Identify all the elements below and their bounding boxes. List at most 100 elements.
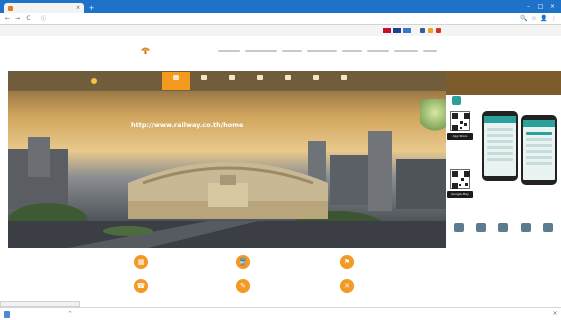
minimize-button[interactable]: – [524,2,533,11]
forward-arrow-icon[interactable]: → [13,14,22,23]
service-link[interactable]: ✎ [236,278,348,296]
promo-quick-link-icon [476,223,487,232]
tab-close-icon[interactable]: × [76,4,80,13]
strip-nav-item[interactable] [330,72,358,90]
service-link[interactable]: ⚑ [340,254,452,272]
strip-nav-icon [313,75,319,80]
strip-nav [162,72,358,90]
strip-nav-label [331,82,357,86]
promo-quick-link[interactable] [450,221,468,248]
chevron-up-icon[interactable]: ^ [68,311,72,318]
service-icon: ▦ [134,255,148,269]
zoom-icon[interactable]: 🔍 [520,15,528,23]
hero-nav-strip [8,71,446,91]
social-link-icon[interactable] [420,28,425,33]
promo-quick-link[interactable] [539,221,557,248]
strip-nav-label [191,82,217,86]
main-menu-item[interactable] [394,50,418,52]
service-icon: ✎ [236,279,250,293]
language-flag-icon[interactable] [393,28,401,33]
tab-title [16,5,72,12]
service-subtitle [155,286,245,291]
address-url[interactable] [49,15,159,23]
banner-caption[interactable] [18,239,178,247]
google-play-button[interactable]: Google Play [447,191,473,198]
strip-nav-item[interactable] [218,72,246,90]
service-title [257,256,347,261]
service-subtitle [257,262,347,267]
banner-subline: http://www.railway.co.th/home [131,121,446,130]
back-arrow-icon[interactable]: ← [3,14,12,23]
service-icon: 🚆 [236,255,250,269]
site-utility-bar [0,25,561,36]
reload-icon[interactable]: C [24,14,33,23]
download-filename[interactable] [13,311,63,318]
promo-quick-link[interactable] [517,221,535,248]
main-menu-item[interactable] [342,50,362,52]
site-name[interactable] [154,47,214,54]
promo-quick-link-label [450,235,468,239]
social-link-icon[interactable] [436,28,441,33]
service-title [361,256,451,261]
language-flag-icon[interactable] [383,28,391,33]
strip-nav-item[interactable] [162,72,190,90]
service-title [361,280,451,285]
strip-nav-label [163,82,189,86]
promo-quick-link-icon [542,223,553,232]
download-item[interactable]: ^ [4,310,84,319]
hero-section: http://www.railway.co.th/home App Store … [0,64,561,248]
promo-quick-link-icon [498,223,509,232]
strip-brand-text[interactable] [98,77,168,85]
social-link-icon[interactable] [428,28,433,33]
promo-quick-link[interactable] [494,221,512,248]
language-flag-icon[interactable] [403,28,411,33]
service-subtitle [361,262,451,267]
promo-quick-link-label [517,235,535,239]
service-link[interactable]: ☎ [134,278,246,296]
service-icon: ⚑ [340,255,354,269]
close-window-button[interactable]: × [548,2,557,11]
strip-nav-item[interactable] [246,72,274,90]
download-bar-close-icon[interactable]: × [551,310,559,318]
service-link[interactable]: 🚆 [236,254,348,272]
main-menu [218,48,448,54]
site-info-icon[interactable]: ⓘ [41,15,46,23]
main-menu-item[interactable] [282,50,302,52]
new-tab-button[interactable]: + [87,4,96,12]
promo-quick-link-label [539,235,557,239]
banner-url-link[interactable]: http://www.railway.co.th/home [131,121,243,129]
strip-nav-item[interactable] [274,72,302,90]
app-promo-panel: App Store Google Play [446,71,561,248]
service-link[interactable]: ▦ [134,254,246,272]
service-title [155,256,245,261]
main-menu-item[interactable] [245,50,277,52]
promo-quick-link-label [494,235,512,239]
main-menu-item[interactable] [423,50,437,52]
banner-headline [96,111,436,119]
maximize-button[interactable]: □ [536,2,545,11]
promo-quick-link-icon [454,223,465,232]
main-menu-item[interactable] [307,50,337,52]
main-menu-item[interactable] [367,50,389,52]
address-bar[interactable]: ⓘ [39,15,515,23]
app-store-button[interactable]: App Store [447,133,473,140]
service-icon: ✕ [340,279,354,293]
service-link[interactable]: ✕ [340,278,452,296]
show-all-button[interactable] [520,311,550,318]
srt-logo-icon[interactable] [140,45,151,54]
main-menu-item[interactable] [218,50,240,52]
service-subtitle [257,286,347,291]
bookmark-star-icon[interactable]: ☆ [530,15,538,23]
service-subtitle [361,286,451,291]
strip-nav-item[interactable] [302,72,330,90]
hero-banner-image[interactable]: http://www.railway.co.th/home [8,71,446,248]
promo-quick-link[interactable] [472,221,490,248]
browser-menu-icon[interactable]: ⋮ [550,15,558,23]
strip-logo-icon [91,78,97,84]
file-icon [4,311,10,318]
strip-nav-item[interactable] [190,72,218,90]
promo-subtitle [466,97,556,104]
promo-quick-link-label [472,235,490,239]
promo-quick-link-icon [520,223,531,232]
profile-icon[interactable]: 👤 [540,15,548,23]
